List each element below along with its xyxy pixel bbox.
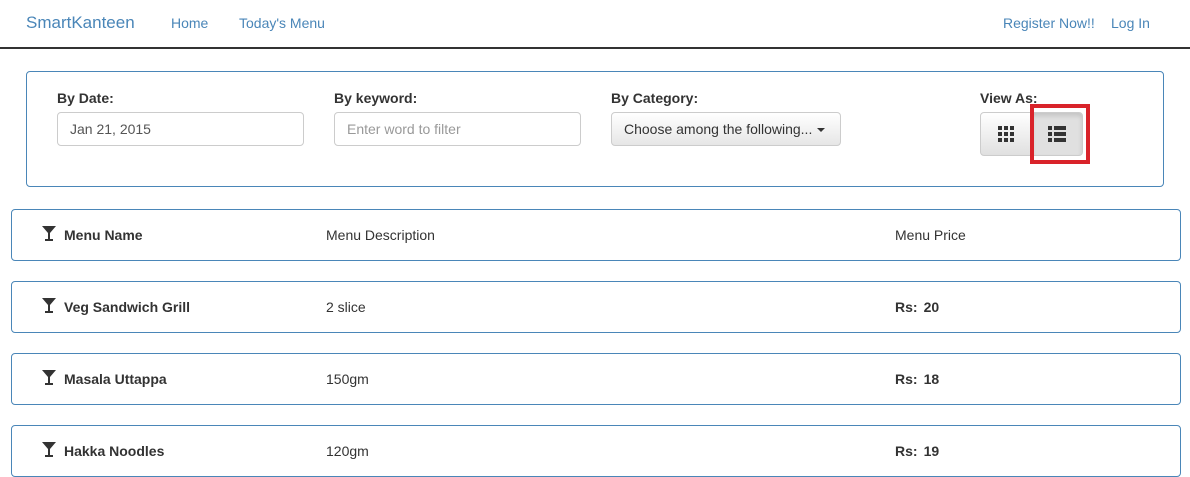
menu-item-description: 150gm: [326, 371, 369, 387]
menu-item-row[interactable]: Hakka Noodles 120gm Rs: 19: [11, 425, 1181, 477]
menu-item-price: Rs: 20: [895, 299, 939, 315]
menu-item-row[interactable]: Masala Uttappa 150gm Rs: 18: [11, 353, 1181, 405]
menu-item-price: Rs: 19: [895, 443, 939, 459]
category-select[interactable]: Choose among the following...: [611, 112, 841, 146]
menu-item-name: Veg Sandwich Grill: [64, 299, 191, 315]
keyword-label: By keyword:: [334, 90, 418, 106]
list-icon: [1048, 126, 1066, 142]
navbar: SmartKanteen Home Today's Menu Register …: [0, 0, 1190, 49]
date-label: By Date:: [57, 90, 114, 106]
caret-down-icon: [817, 128, 826, 133]
currency-label: Rs:: [895, 299, 918, 315]
grid-view-button[interactable]: [980, 112, 1032, 156]
nav-home-link[interactable]: Home: [171, 15, 208, 31]
grid-icon: [998, 126, 1014, 142]
cocktail-icon: [42, 298, 56, 313]
nav-todays-menu-link[interactable]: Today's Menu: [239, 15, 325, 31]
price-value: 18: [923, 371, 940, 387]
menu-item-name: Hakka Noodles: [64, 443, 165, 459]
view-as-label: View As:: [980, 90, 1038, 106]
category-label: By Category:: [611, 90, 699, 106]
menu-item-description: 120gm: [326, 443, 369, 459]
price-value: 19: [923, 443, 940, 459]
currency-label: Rs:: [895, 371, 918, 387]
brand-link[interactable]: SmartKanteen: [26, 13, 135, 33]
category-select-value: Choose among the following...: [624, 121, 813, 137]
filter-panel: By Date: Jan 21, 2015 By keyword: Enter …: [26, 71, 1164, 187]
cocktail-icon: [42, 370, 56, 385]
header-menu-price: Menu Price: [895, 227, 966, 243]
header-menu-name: Menu Name: [64, 227, 143, 243]
menu-item-description: 2 slice: [326, 299, 366, 315]
login-link[interactable]: Log In: [1111, 15, 1150, 31]
menu-header-row: Menu Name Menu Description Menu Price: [11, 209, 1181, 261]
date-input[interactable]: Jan 21, 2015: [57, 112, 304, 146]
list-view-button[interactable]: [1031, 112, 1083, 156]
price-value: 20: [923, 299, 940, 315]
register-link[interactable]: Register Now!!: [1003, 15, 1095, 31]
menu-item-price: Rs: 18: [895, 371, 939, 387]
menu-item-row[interactable]: Veg Sandwich Grill 2 slice Rs: 20: [11, 281, 1181, 333]
menu-item-name: Masala Uttappa: [64, 371, 167, 387]
cocktail-icon: [42, 226, 56, 241]
keyword-input[interactable]: Enter word to filter: [334, 112, 581, 146]
currency-label: Rs:: [895, 443, 918, 459]
cocktail-icon: [42, 442, 56, 457]
view-toggle-group: [980, 112, 1084, 156]
header-menu-description: Menu Description: [326, 227, 435, 243]
